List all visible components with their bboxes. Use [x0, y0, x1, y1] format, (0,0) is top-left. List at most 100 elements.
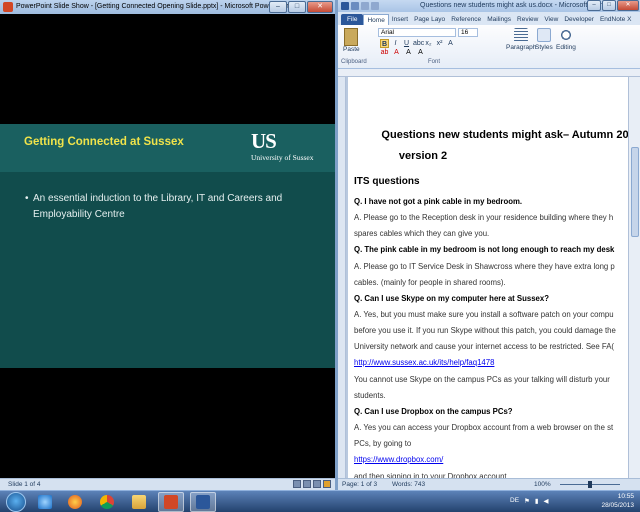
taskbar-explorer[interactable] — [126, 492, 152, 512]
slide-bullet: An essential induction to the Library, I… — [25, 191, 305, 223]
tab-reference[interactable]: Reference — [448, 14, 484, 25]
clipboard-group-label: Clipboard — [341, 59, 367, 65]
clock[interactable]: 10:55 28/05/2013 — [601, 492, 634, 510]
reading-view-icon[interactable] — [313, 480, 321, 488]
university-logo-text: University of Sussex — [251, 153, 314, 162]
shrink-font-button[interactable]: A — [416, 49, 425, 57]
taskbar-chrome[interactable] — [94, 492, 120, 512]
vertical-scrollbar[interactable] — [628, 77, 640, 478]
text-effects-button[interactable]: A — [446, 39, 455, 48]
doc-answer: A. Please go to the Reception desk in yo… — [354, 213, 614, 222]
taskbar-word[interactable] — [190, 492, 216, 512]
page-counter[interactable]: Page: 1 of 3 — [342, 479, 377, 490]
word-icon — [341, 2, 349, 10]
doc-link[interactable]: http://www.sussex.ac.uk/its/help/faq1478 — [354, 358, 628, 369]
word-count[interactable]: Words: 743 — [392, 479, 425, 490]
internet-explorer-icon — [38, 495, 52, 509]
zoom-slider-thumb[interactable] — [588, 481, 592, 488]
language-indicator[interactable]: DE — [510, 497, 519, 505]
doc-question: Q. I have not got a pink cable in my bed… — [354, 196, 523, 206]
ribbon: Paste Clipboard Arial 16 B I U abc x₂ x²… — [338, 25, 640, 69]
scrollbar-thumb[interactable] — [631, 147, 639, 237]
strikethrough-button[interactable]: abc — [413, 39, 424, 48]
doc-question: Q. The pink cable in my bedroom is not l… — [354, 245, 615, 254]
ppt-close-button[interactable]: ✕ — [307, 1, 333, 13]
clock-time: 10:55 — [617, 493, 634, 500]
doc-link[interactable]: https://www.dropbox.com/ — [354, 455, 628, 466]
styles-button[interactable]: Styles — [535, 28, 553, 51]
doc-answer: students. — [354, 390, 386, 400]
start-button[interactable] — [6, 492, 26, 512]
slide-sorter-icon[interactable] — [303, 480, 311, 488]
taskbar: DE ⚑ ▮ ◀ 10:55 28/05/2013 — [0, 490, 640, 512]
taskbar-firefox[interactable] — [62, 492, 88, 512]
paragraph-button[interactable]: Paragraph — [506, 28, 536, 51]
tab-view[interactable]: View — [541, 14, 561, 25]
subscript-button[interactable]: x₂ — [424, 39, 433, 48]
word-maximize-button[interactable]: □ — [602, 0, 616, 11]
folder-icon — [132, 495, 146, 509]
word-minimize-button[interactable]: – — [587, 0, 601, 11]
system-tray: DE ⚑ ▮ ◀ — [510, 497, 548, 505]
word-window: Questions new students might ask us.docx… — [338, 0, 640, 490]
normal-view-icon[interactable] — [293, 480, 301, 488]
taskbar-powerpoint[interactable] — [158, 492, 184, 512]
superscript-button[interactable]: x² — [435, 39, 444, 48]
tab-home[interactable]: Home — [363, 14, 389, 25]
ppt-title-bar[interactable]: PowerPoint Slide Show - [Getting Connect… — [0, 0, 335, 14]
font-color-button[interactable]: A — [392, 49, 401, 57]
slide[interactable]: Getting Connected at Sussex US Universit… — [0, 124, 335, 368]
tab-mailings[interactable]: Mailings — [484, 14, 514, 25]
ppt-minimize-button[interactable]: – — [269, 1, 287, 13]
slide-title: Getting Connected at Sussex — [24, 136, 184, 148]
italic-button[interactable]: I — [391, 39, 400, 48]
ppt-maximize-button[interactable]: □ — [288, 1, 306, 13]
zoom-level[interactable]: 100% — [534, 479, 551, 490]
word-status-bar: Page: 1 of 3 Words: 743 100% — [338, 478, 640, 490]
paste-button-label[interactable]: Paste — [343, 46, 360, 53]
doc-answer: A. Yes, but you must make sure you insta… — [354, 310, 614, 319]
font-group-label: Font — [428, 59, 441, 65]
powerpoint-icon — [3, 2, 13, 12]
paste-icon[interactable] — [344, 28, 358, 46]
tab-page-layo[interactable]: Page Layo — [411, 14, 448, 25]
word-title-bar[interactable]: Questions new students might ask us.docx… — [338, 0, 640, 12]
font-size-box[interactable]: 16 — [458, 28, 478, 37]
document-body[interactable]: Questions new students might ask– Autumn… — [354, 129, 628, 478]
font-name-box[interactable]: Arial — [378, 28, 456, 37]
save-icon[interactable] — [351, 2, 359, 10]
horizontal-ruler[interactable] — [338, 69, 640, 77]
ribbon-tabs: File Home Insert Page Layo Reference Mailings… — [338, 12, 640, 25]
firefox-icon — [68, 495, 82, 509]
find-icon — [558, 28, 573, 42]
volume-icon[interactable]: ◀ — [543, 497, 548, 505]
paragraph-icon — [514, 28, 529, 42]
slideshow-view-icon[interactable] — [323, 480, 331, 488]
redo-icon[interactable] — [371, 2, 379, 10]
document-page[interactable]: Questions new students might ask– Autumn… — [348, 77, 628, 478]
highlight-color-button[interactable]: ab — [380, 49, 389, 57]
network-icon[interactable]: ▮ — [535, 497, 539, 505]
taskbar-ie[interactable] — [32, 492, 58, 512]
slide-header-band — [0, 124, 335, 172]
editing-button[interactable]: Editing — [556, 28, 576, 51]
grow-font-button[interactable]: A — [404, 49, 413, 57]
doc-subtitle: version 2 — [398, 150, 448, 162]
ppt-status-bar: Slide 1 of 4 — [0, 478, 335, 490]
undo-icon[interactable] — [361, 2, 369, 10]
tray-flag-icon[interactable]: ⚑ — [524, 497, 530, 505]
word-close-button[interactable]: ✕ — [617, 0, 639, 11]
tab-endnote-x[interactable]: EndNote X — [597, 14, 634, 25]
doc-answer: cables. (mainly for people in shared roo… — [354, 277, 506, 287]
tab-insert[interactable]: Insert — [389, 14, 411, 25]
word-window-title: Questions new students might ask us.docx… — [420, 2, 606, 9]
underline-button[interactable]: U — [402, 39, 411, 48]
tab-file[interactable]: File — [341, 14, 364, 25]
vertical-ruler[interactable] — [338, 77, 346, 478]
editing-label: Editing — [556, 44, 576, 51]
tab-review[interactable]: Review — [514, 14, 541, 25]
tab-developer[interactable]: Developer — [561, 14, 597, 25]
chrome-icon — [100, 495, 114, 509]
bold-button[interactable]: B — [380, 39, 389, 48]
doc-answer: University network and cause your intern… — [354, 342, 615, 351]
